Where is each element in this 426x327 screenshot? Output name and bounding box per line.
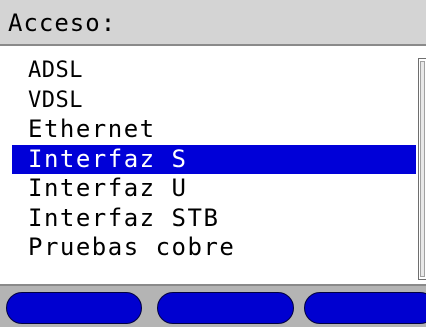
menu-item-interfaz-s[interactable]: Interfaz S	[12, 144, 416, 174]
menu-item-interfaz-stb[interactable]: Interfaz STB	[12, 204, 416, 234]
menu-item-ethernet[interactable]: Ethernet	[12, 115, 416, 145]
access-menu-list: ADSL VDSL Ethernet Interfaz S Interfaz U…	[12, 56, 416, 282]
softkey-1-button[interactable]	[6, 292, 142, 324]
menu-item-interfaz-u[interactable]: Interfaz U	[12, 174, 416, 204]
title-bar: Acceso:	[0, 0, 426, 46]
menu-item-pruebas-cobre[interactable]: Pruebas cobre	[12, 233, 416, 263]
menu-scrollbar[interactable]	[418, 58, 426, 280]
softkey-2-button[interactable]	[157, 292, 294, 324]
softkey-3-button[interactable]	[304, 292, 426, 324]
menu-item-adsl[interactable]: ADSL	[12, 56, 416, 86]
device-screen: Acceso: ADSL VDSL Ethernet Interfaz S In…	[0, 0, 426, 327]
screen-title: Acceso:	[8, 9, 117, 37]
menu-item-vdsl[interactable]: VDSL	[12, 86, 416, 116]
scrollbar-thumb[interactable]	[420, 61, 425, 277]
softkey-bar	[0, 284, 426, 327]
